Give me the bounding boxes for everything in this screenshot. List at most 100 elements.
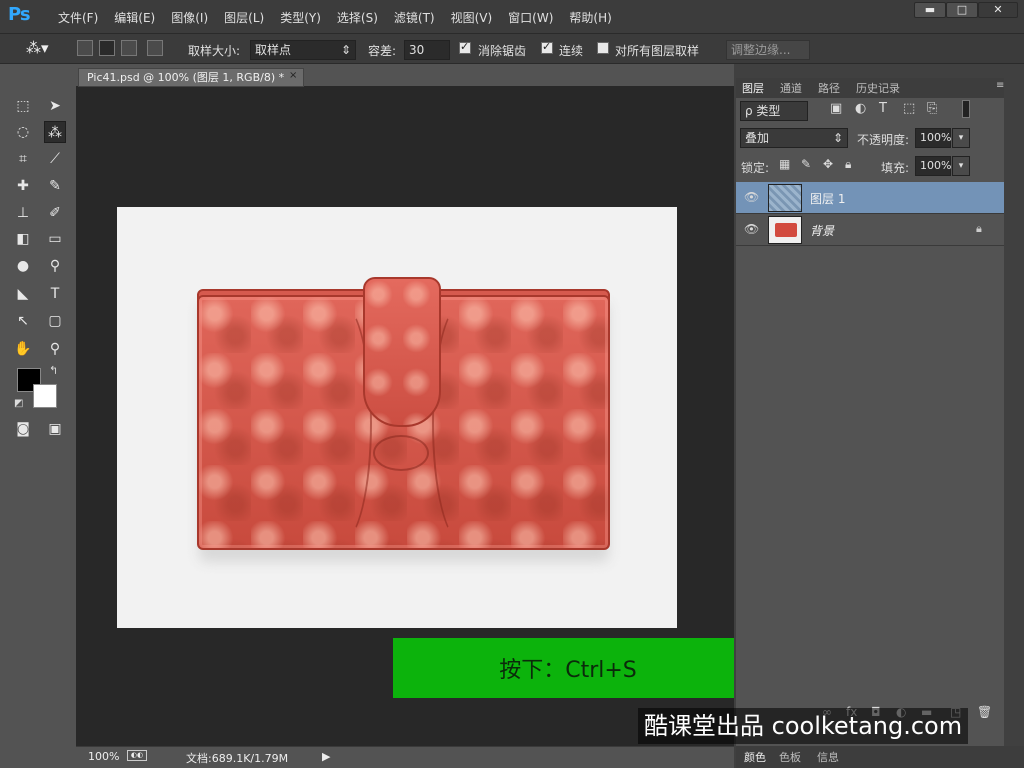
menu-edit[interactable]: 编辑(E) [106,9,163,26]
tab-channels[interactable]: 通道 [780,80,802,96]
lock-pixels-icon[interactable]: ✎ [801,157,811,171]
fill-input[interactable]: 100% [915,156,951,176]
blend-mode-select[interactable]: 叠加 ⇕ [740,128,848,148]
subtract-selection-mode-icon[interactable] [121,40,137,56]
layer-filter-value: ρ 类型 [745,104,781,118]
add-to-selection-mode-icon[interactable] [99,40,115,56]
layer-filter-select[interactable]: ρ 类型 [740,101,808,121]
panel-menu-icon[interactable]: ≡ [996,80,1004,91]
layer-row-background[interactable]: 👁︎ 背景 🔒︎ [736,214,1004,246]
minimize-button[interactable]: ▬ [914,2,946,18]
tab-color[interactable]: 颜色 [744,749,766,765]
move-tool-icon[interactable]: ➤ [44,95,66,117]
refine-edge-button[interactable]: 调整边缘... [726,40,810,60]
document-tab[interactable]: Pic41.psd @ 100% (图层 1, RGB/8) * [78,68,304,87]
menu-type[interactable]: 类型(Y) [272,9,329,26]
menu-filter[interactable]: 滤镜(T) [386,9,443,26]
image-canvas[interactable] [117,207,677,628]
new-selection-mode-icon[interactable] [77,40,93,56]
status-info-icon[interactable]: ◐◐ [127,750,147,761]
watermark: 酷课堂出品 coolketang.com [638,708,969,744]
delete-layer-icon[interactable]: 🗑︎ [977,705,992,719]
swap-colors-icon[interactable]: ↰ [49,364,58,377]
sample-all-layers-checkbox[interactable] [597,42,609,54]
menu-items: 文件(F) 编辑(E) 图像(I) 图层(L) 类型(Y) 选择(S) 滤镜(T… [50,9,620,26]
background-color-swatch[interactable] [33,384,57,408]
healing-brush-tool-icon[interactable]: ✚ [12,175,34,197]
opacity-dropdown-icon[interactable]: ▾ [952,128,970,148]
tab-swatches[interactable]: 色板 [779,749,801,765]
type-tool-icon[interactable]: T [44,283,66,305]
tab-layers[interactable]: 图层 [742,80,764,96]
maximize-button[interactable]: □ [946,2,978,18]
lock-position-icon[interactable]: ✥ [823,157,833,171]
contiguous-checkbox[interactable] [541,40,553,54]
intersect-selection-mode-icon[interactable] [147,40,163,56]
magic-wand-preset-icon[interactable]: ⁂▾ [26,39,49,57]
gradient-tool-icon[interactable]: ▭ [44,228,66,250]
lock-transparency-icon[interactable]: ▦ [779,157,790,171]
menu-view[interactable]: 视图(V) [443,9,501,26]
history-brush-tool-icon[interactable]: ✐ [44,202,66,224]
lock-all-icon[interactable]: 🔒︎ [845,157,851,172]
filter-toggle-switch[interactable] [962,100,970,118]
filter-adjustment-icon[interactable]: ◐ [855,101,866,116]
layer-name[interactable]: 图层 1 [810,190,845,207]
menu-select[interactable]: 选择(S) [329,9,386,26]
rectangle-tool-icon[interactable]: ▢ [44,310,66,332]
lasso-tool-icon[interactable]: ◌ [12,121,34,143]
close-window-button[interactable]: ✕ [978,2,1018,18]
zoom-tool-icon[interactable]: ⚲ [44,338,66,360]
contiguous-label: 连续 [559,44,584,58]
wallet-seam-right [432,303,492,543]
close-tab-icon[interactable]: × [289,70,297,81]
layer-row-layer1[interactable]: 👁︎ 图层 1 [736,182,1004,214]
tab-paths[interactable]: 路径 [818,80,840,96]
path-selection-tool-icon[interactable]: ↖ [12,310,34,332]
magic-wand-tool-icon[interactable]: ⁂ [44,121,66,143]
sample-size-label: 取样大小: [188,44,241,58]
tolerance-input[interactable]: 30 [404,40,450,60]
document-size: 文档:689.1K/1.79M [186,752,289,765]
filter-shape-icon[interactable]: ⬚ [903,101,915,116]
filter-pixel-icon[interactable]: ▣ [830,101,842,116]
wallet-emblem [373,435,429,471]
clone-stamp-tool-icon[interactable]: ⊥ [12,202,34,224]
layer-thumbnail [768,184,802,212]
keyboard-hint-text: 按下：Ctrl+S [499,658,637,683]
tab-history[interactable]: 历史记录 [856,80,900,96]
menu-file[interactable]: 文件(F) [50,9,106,26]
antialias-checkbox[interactable] [459,40,471,54]
zoom-level[interactable]: 100% [88,750,119,763]
tab-info[interactable]: 信息 [817,749,839,765]
sample-size-select[interactable]: 取样点 ⇕ [250,40,356,60]
opacity-label: 不透明度: [857,133,910,147]
status-menu-arrow-icon[interactable]: ▶ [322,750,330,763]
visibility-eye-icon[interactable]: 👁︎ [744,222,759,236]
dodge-tool-icon[interactable]: ⚲ [44,255,66,277]
fill-label: 填充: [881,161,910,175]
filter-smart-object-icon[interactable]: ⎘ [927,101,937,116]
layers-panel [736,78,1004,746]
marquee-tool-icon[interactable]: ⬚ [12,95,34,117]
menu-help[interactable]: 帮助(H) [561,9,619,26]
screen-mode-icon[interactable]: ▣ [44,418,66,440]
visibility-eye-icon[interactable]: 👁︎ [744,190,759,204]
fill-dropdown-icon[interactable]: ▾ [952,156,970,176]
quick-mask-icon[interactable]: ◙ [12,418,34,440]
blur-tool-icon[interactable]: ● [12,255,34,277]
hand-tool-icon[interactable]: ✋ [12,338,34,360]
brush-tool-icon[interactable]: ✎ [44,175,66,197]
pen-tool-icon[interactable]: ◣ [12,283,34,305]
menu-image[interactable]: 图像(I) [163,9,216,26]
opacity-input[interactable]: 100% [915,128,951,148]
eyedropper-tool-icon[interactable]: ⟋ [44,148,66,170]
crop-tool-icon[interactable]: ⌗ [12,148,34,170]
menu-window[interactable]: 窗口(W) [500,9,561,26]
layer-name[interactable]: 背景 [810,222,834,239]
filter-type-icon[interactable]: T [879,101,887,116]
layer-lock-icon: 🔒︎ [976,222,982,235]
eraser-tool-icon[interactable]: ◧ [12,228,34,250]
menu-layer[interactable]: 图层(L) [216,9,272,26]
default-colors-icon[interactable]: ◩ [14,398,23,409]
